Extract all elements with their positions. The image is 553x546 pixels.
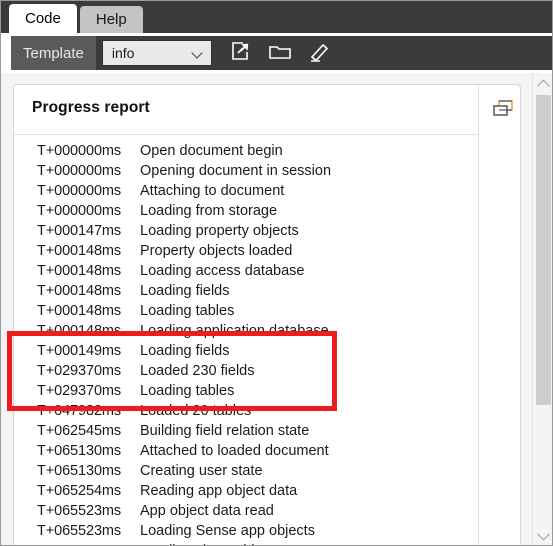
- log-row: T+000148ms Loading access database: [14, 261, 477, 281]
- log-row-timestamp: T+000148ms: [37, 303, 122, 319]
- log-row-timestamp: T+065523ms: [37, 523, 122, 539]
- progress-log-list[interactable]: T+000000ms Open document begin T+000000ms O…: [14, 141, 477, 545]
- log-row: T+029370ms Loaded 230 fields: [14, 361, 477, 381]
- vertical-divider: [478, 85, 479, 545]
- log-row-timestamp: T+000149ms: [37, 343, 122, 359]
- log-row-timestamp: T+029370ms: [37, 383, 122, 399]
- log-row-timestamp: T+000148ms: [37, 243, 122, 259]
- log-row: T+000148ms Loading application database: [14, 321, 477, 341]
- toolbar-inner: Template info: [11, 36, 552, 70]
- log-row-timestamp: T+047982ms: [37, 403, 122, 419]
- log-row-timestamp: T+062545ms: [37, 423, 122, 439]
- log-row: T+047982ms Loaded 20 tables: [14, 401, 477, 421]
- log-row: T+065130ms Creating user state: [14, 461, 477, 481]
- template-label: Template: [11, 36, 96, 70]
- log-row-message: Loaded 20 tables: [140, 403, 252, 419]
- log-row: T+000000ms Loading from storage: [14, 201, 477, 221]
- log-row-timestamp: T+029370ms: [37, 363, 122, 379]
- log-row-message: Loading tables: [140, 303, 235, 319]
- log-row: T+000000ms Attaching to document: [14, 181, 477, 201]
- log-row-message: Attaching to document: [140, 183, 285, 199]
- log-row-timestamp: T+000000ms: [37, 143, 122, 159]
- log-row-message: Loading property objects: [140, 223, 299, 239]
- chevron-up-icon: [536, 79, 550, 92]
- log-row-timestamp: T+065130ms: [37, 443, 122, 459]
- scroll-down-button[interactable]: [533, 525, 552, 545]
- log-row-message: Loading from storage: [140, 203, 278, 219]
- log-row: T+065130ms Attached to loaded document: [14, 441, 477, 461]
- tab-help-label: Help: [95, 11, 127, 28]
- tab-help[interactable]: Help: [79, 6, 143, 33]
- log-row: T+065523ms Loading Sense app objects: [14, 521, 477, 541]
- template-select[interactable]: info: [101, 40, 212, 66]
- scrollbar-thumb[interactable]: [536, 95, 551, 405]
- log-row-message: Opening document in session: [140, 163, 332, 179]
- log-row: T+000148ms Loading tables: [14, 301, 477, 321]
- log-row-timestamp: T+000148ms: [37, 323, 122, 339]
- log-row-timestamp: T+000000ms: [37, 183, 122, 199]
- log-row-message: App object data read: [140, 503, 274, 519]
- log-row-timestamp: T+065254ms: [37, 483, 122, 499]
- log-row-message: Loading Sense app objects: [140, 523, 315, 539]
- log-row-message: Loaded 230 fields: [140, 363, 255, 379]
- progress-report-card: Progress report T+000000ms Open document …: [13, 84, 521, 545]
- export-button[interactable]: [220, 36, 260, 70]
- content-surface: Progress report T+000000ms Open document …: [2, 73, 552, 545]
- log-row: T+065254ms Reading app object data: [14, 481, 477, 501]
- open-folder-button[interactable]: [260, 36, 300, 70]
- log-row-message: Loading application database: [140, 323, 329, 339]
- template-label-text: Template: [23, 44, 84, 62]
- log-row-message: Reading app object data: [140, 483, 298, 499]
- log-row: T+065523ms App object data read: [14, 501, 477, 521]
- log-row: T+000000ms Open document begin: [14, 141, 477, 161]
- log-row: T+000147ms Loading property objects: [14, 221, 477, 241]
- toolbar: Template info: [1, 33, 552, 73]
- log-row-timestamp: T+000148ms: [37, 283, 122, 299]
- export-document-icon: [229, 40, 251, 67]
- folder-icon: [268, 41, 292, 66]
- log-row: T+000149ms Loading fields: [14, 341, 477, 361]
- log-row-timestamp: T+000148ms: [37, 263, 122, 279]
- edit-button[interactable]: [300, 36, 340, 70]
- log-row-message: Property objects loaded: [140, 243, 293, 259]
- title-divider: [14, 134, 478, 135]
- page-title: Progress report: [32, 99, 150, 116]
- log-row-timestamp: T+065523ms: [37, 503, 122, 519]
- log-row-message: Attached to loaded document: [140, 443, 329, 459]
- log-row: T+029370ms Loading tables: [14, 381, 477, 401]
- log-row-message: Loading tables: [140, 383, 235, 399]
- application-window: Code Help Template info Progress report …: [0, 0, 553, 546]
- log-row: T+000148ms Property objects loaded: [14, 241, 477, 261]
- log-row-timestamp: T+000000ms: [37, 163, 122, 179]
- chevron-down-icon: [536, 527, 550, 540]
- chevron-down-icon: [193, 48, 204, 59]
- pencil-icon: [308, 40, 332, 67]
- log-row-message: Loading fields: [140, 343, 230, 359]
- template-select-value: info: [111, 45, 135, 61]
- tab-code[interactable]: Code: [9, 4, 77, 33]
- log-row-message: Creating user state: [140, 463, 263, 479]
- log-row-timestamp: T+065130ms: [37, 463, 122, 479]
- duplicate-button[interactable]: [488, 97, 518, 125]
- log-row-message: Open document begin: [140, 143, 283, 159]
- log-row: T+062545ms Building field relation state: [14, 421, 477, 441]
- log-row-message: Building field relation state: [140, 423, 310, 439]
- log-row: T+000148ms Loading fields: [14, 281, 477, 301]
- log-row-message: Loading access database: [140, 263, 305, 279]
- log-row-message: Loading fields: [140, 283, 230, 299]
- tab-code-label: Code: [25, 10, 61, 27]
- scroll-up-button[interactable]: [533, 74, 552, 94]
- duplicate-windows-icon: [490, 98, 516, 125]
- log-row: T+000000ms Opening document in session: [14, 161, 477, 181]
- log-row-timestamp: T+000000ms: [37, 203, 122, 219]
- tab-strip: Code Help: [1, 1, 552, 33]
- log-row: T+065523msLoading sheet objects: [14, 541, 477, 545]
- log-row-timestamp: T+000147ms: [37, 223, 122, 239]
- vertical-scrollbar[interactable]: [532, 73, 552, 545]
